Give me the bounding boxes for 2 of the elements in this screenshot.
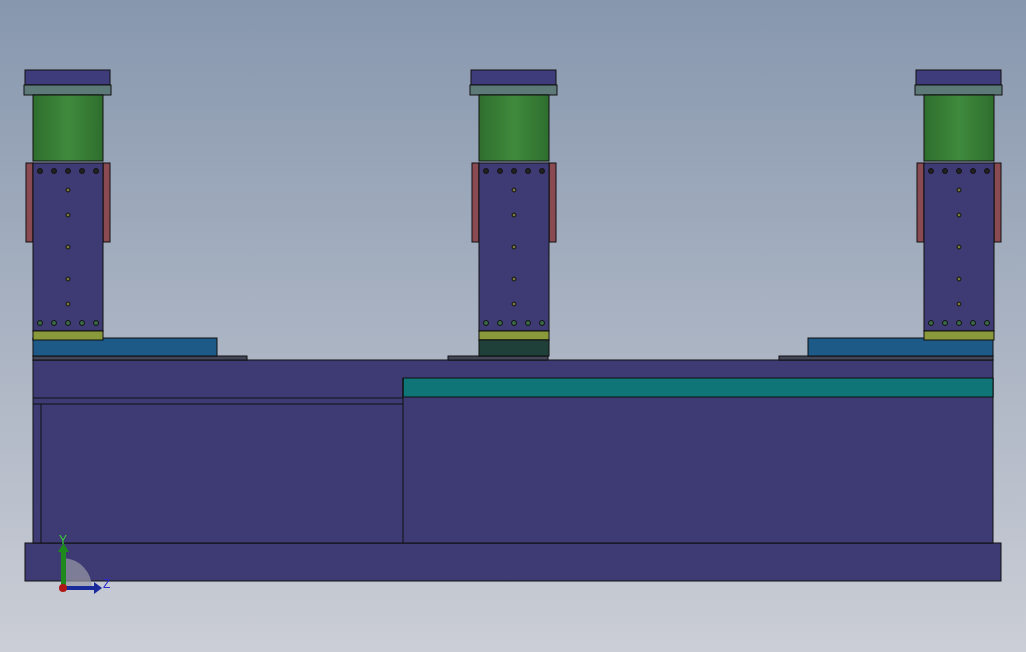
y-axis-label: Y: [59, 533, 67, 547]
axis-triad-icon: [58, 543, 102, 594]
